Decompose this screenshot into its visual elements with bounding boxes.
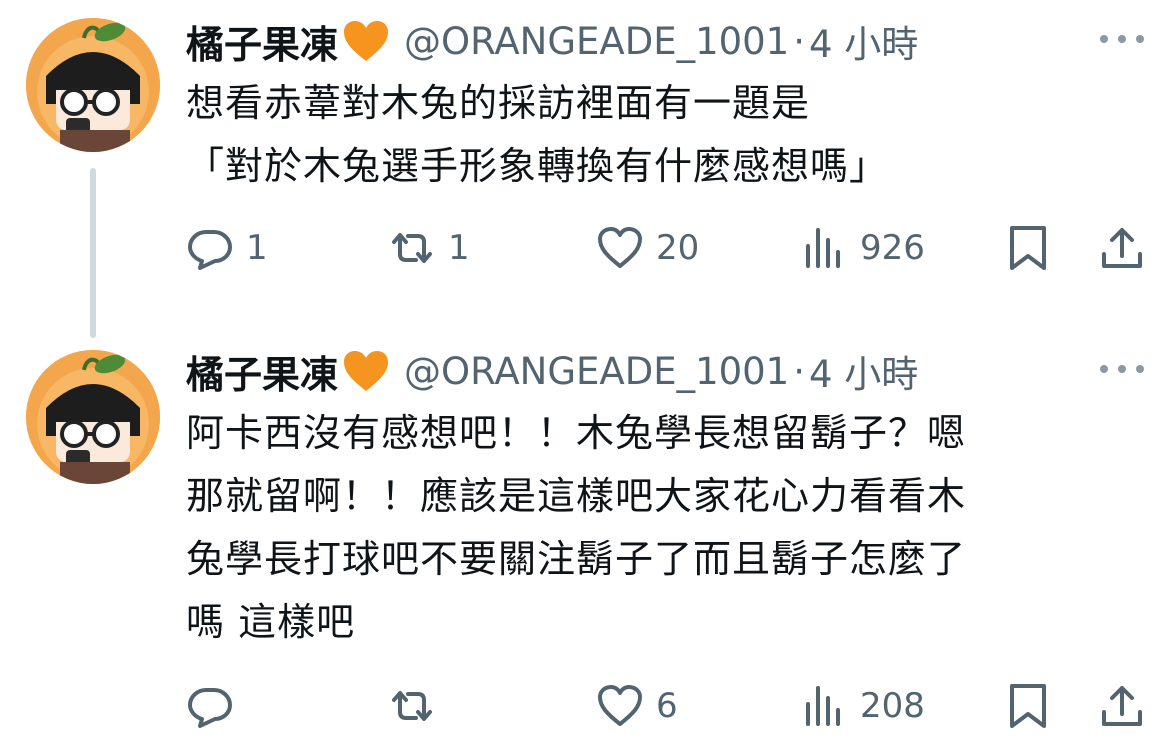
retweet-icon: [392, 233, 432, 263]
orange-heart-icon: [342, 349, 390, 393]
views-icon: [806, 686, 840, 726]
like-icon: [598, 685, 642, 726]
like-count: 20: [656, 228, 700, 268]
more-icon[interactable]: [1100, 24, 1144, 54]
display-name[interactable]: 橘子果凍: [186, 14, 338, 69]
tweet-header: 橘子果凍 @ORANGEADE_1001 · 4 小時: [186, 344, 918, 398]
retweet-button[interactable]: [388, 676, 448, 736]
tweet-text-line: 嗎 這樣吧: [186, 600, 356, 644]
separator-dot: ·: [793, 19, 805, 63]
tweet-text-line: 想看赤葦對木兔的採訪裡面有一題是: [186, 81, 811, 125]
tweet-text-line: 阿卡西沒有感想吧！！木兔學長想留鬍子？嗯: [186, 411, 967, 455]
retweet-button[interactable]: 1: [388, 218, 470, 278]
separator-dot: ·: [793, 349, 805, 393]
tweet[interactable]: 橘子果凍 @ORANGEADE_1001 · 4 小時 阿卡西沒有感想吧！！木兔…: [0, 330, 1160, 740]
like-count: 6: [656, 686, 678, 726]
reply-icon: [188, 230, 232, 270]
view-count: 208: [860, 686, 925, 726]
like-icon: [598, 227, 642, 268]
bookmark-icon: [1010, 684, 1046, 728]
bookmark-button[interactable]: [1004, 676, 1052, 736]
timeline: 橘子果凍 @ORANGEADE_1001 · 4 小時 想看赤葦對木兔的採訪裡面…: [0, 0, 1160, 740]
action-bar: 6 208: [0, 676, 1160, 736]
timestamp[interactable]: 4 小時: [809, 344, 918, 398]
avatar[interactable]: [26, 350, 160, 484]
orange-heart-icon: [342, 19, 390, 63]
timestamp[interactable]: 4 小時: [809, 14, 918, 68]
tweet-text-line: 那就留啊！！應該是這樣吧大家花心力看看木: [186, 474, 967, 518]
user-handle[interactable]: @ORANGEADE_1001: [404, 350, 789, 393]
more-icon[interactable]: [1100, 354, 1144, 384]
bookmark-button[interactable]: [1004, 218, 1052, 278]
views-button[interactable]: 926: [800, 218, 925, 278]
like-button[interactable]: 6: [596, 676, 678, 736]
retweet-icon: [392, 691, 432, 721]
tweet-header: 橘子果凍 @ORANGEADE_1001 · 4 小時: [186, 14, 918, 68]
share-icon: [1102, 228, 1142, 268]
tweet[interactable]: 橘子果凍 @ORANGEADE_1001 · 4 小時 想看赤葦對木兔的採訪裡面…: [0, 0, 1160, 338]
views-icon: [806, 228, 840, 268]
avatar[interactable]: [26, 18, 160, 152]
reply-button[interactable]: 1: [186, 218, 268, 278]
share-button[interactable]: [1098, 676, 1146, 736]
like-button[interactable]: 20: [596, 218, 699, 278]
retweet-count: 1: [448, 228, 470, 268]
views-button[interactable]: 208: [800, 676, 925, 736]
reply-icon: [188, 688, 232, 728]
tweet-text-line: 兔學長打球吧不要關注鬍子了而且鬍子怎麼了: [186, 537, 967, 581]
reply-count: 1: [246, 228, 268, 268]
display-name[interactable]: 橘子果凍: [186, 344, 338, 399]
share-icon: [1102, 686, 1142, 726]
bookmark-icon: [1010, 226, 1046, 270]
action-bar: 1 1 20 926: [0, 218, 1160, 278]
reply-button[interactable]: [186, 676, 246, 736]
tweet-text: 想看赤葦對木兔的採訪裡面有一題是 「對於木兔選手形象轉換有什麼感想嗎」: [186, 72, 1116, 198]
share-button[interactable]: [1098, 218, 1146, 278]
tweet-text: 阿卡西沒有感想吧！！木兔學長想留鬍子？嗯 那就留啊！！應該是這樣吧大家花心力看看…: [186, 402, 1116, 654]
view-count: 926: [860, 228, 925, 268]
tweet-text-line: 「對於木兔選手形象轉換有什麼感想嗎」: [186, 144, 889, 188]
user-handle[interactable]: @ORANGEADE_1001: [404, 20, 789, 63]
